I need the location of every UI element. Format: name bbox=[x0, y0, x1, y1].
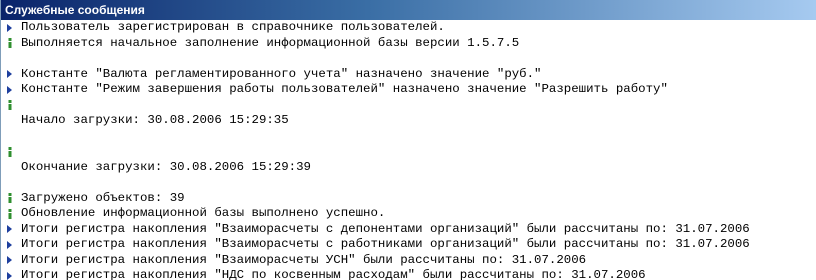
message-text: Итоги регистра накопления "Взаиморасчеты… bbox=[21, 221, 750, 236]
message-line[interactable]: Константе "Валюта регламентированного уч… bbox=[1, 67, 816, 83]
message-text: Обновление информационной базы выполнено… bbox=[21, 206, 386, 220]
arrow-icon bbox=[3, 20, 17, 36]
window-title[interactable]: Служебные сообщения bbox=[1, 0, 816, 20]
message-text: Итоги регистра накопления "Взаиморасчеты… bbox=[21, 252, 587, 267]
info-icon bbox=[3, 144, 17, 160]
message-text: Окончание загрузки: 30.08.2006 15:29:39 bbox=[21, 159, 311, 174]
info-icon bbox=[3, 206, 17, 222]
message-line[interactable] bbox=[1, 51, 816, 67]
message-text: Итоги регистра накопления "Взаиморасчеты… bbox=[21, 237, 750, 251]
arrow-icon bbox=[3, 222, 17, 238]
message-line[interactable] bbox=[1, 129, 816, 145]
arrow-icon bbox=[3, 237, 17, 253]
message-line[interactable]: Пользователь зарегистрирован в справочни… bbox=[1, 20, 816, 36]
message-line[interactable] bbox=[1, 175, 816, 191]
message-line[interactable]: Обновление информационной базы выполнено… bbox=[1, 206, 816, 222]
message-line[interactable]: Итоги регистра накопления "НДС по косвен… bbox=[1, 268, 816, 280]
message-line[interactable]: Итоги регистра накопления "Взаиморасчеты… bbox=[1, 253, 816, 269]
messages-window: Служебные сообщения Пользователь зарегис… bbox=[0, 0, 816, 280]
info-icon bbox=[3, 98, 17, 114]
message-text: Выполняется начальное заполнение информа… bbox=[21, 35, 520, 50]
info-icon bbox=[3, 36, 17, 52]
message-line[interactable]: Итоги регистра накопления "Взаиморасчеты… bbox=[1, 237, 816, 253]
info-icon bbox=[3, 191, 17, 207]
message-text: Пользователь зарегистрирован в справочни… bbox=[21, 20, 445, 34]
message-line[interactable]: Окончание загрузки: 30.08.2006 15:29:39 bbox=[1, 160, 816, 176]
arrow-icon bbox=[3, 268, 17, 280]
message-line[interactable]: Итоги регистра накопления "Взаиморасчеты… bbox=[1, 222, 816, 238]
message-line[interactable]: Начало загрузки: 30.08.2006 15:29:35 bbox=[1, 113, 816, 129]
message-text: Константе "Режим завершения работы польз… bbox=[21, 82, 668, 96]
message-line[interactable] bbox=[1, 144, 816, 160]
message-line[interactable] bbox=[1, 98, 816, 114]
message-line[interactable]: Константе "Режим завершения работы польз… bbox=[1, 82, 816, 98]
arrow-icon bbox=[3, 67, 17, 83]
message-text: Константе "Валюта регламентированного уч… bbox=[21, 66, 542, 81]
messages-list[interactable]: Пользователь зарегистрирован в справочни… bbox=[1, 20, 816, 280]
message-text: Начало загрузки: 30.08.2006 15:29:35 bbox=[21, 113, 289, 127]
message-text: Загружено объектов: 39 bbox=[21, 190, 185, 205]
message-line[interactable]: Выполняется начальное заполнение информа… bbox=[1, 36, 816, 52]
arrow-icon bbox=[3, 253, 17, 269]
message-text: Итоги регистра накопления "НДС по косвен… bbox=[21, 268, 646, 280]
message-line[interactable]: Загружено объектов: 39 bbox=[1, 191, 816, 207]
arrow-icon bbox=[3, 82, 17, 98]
